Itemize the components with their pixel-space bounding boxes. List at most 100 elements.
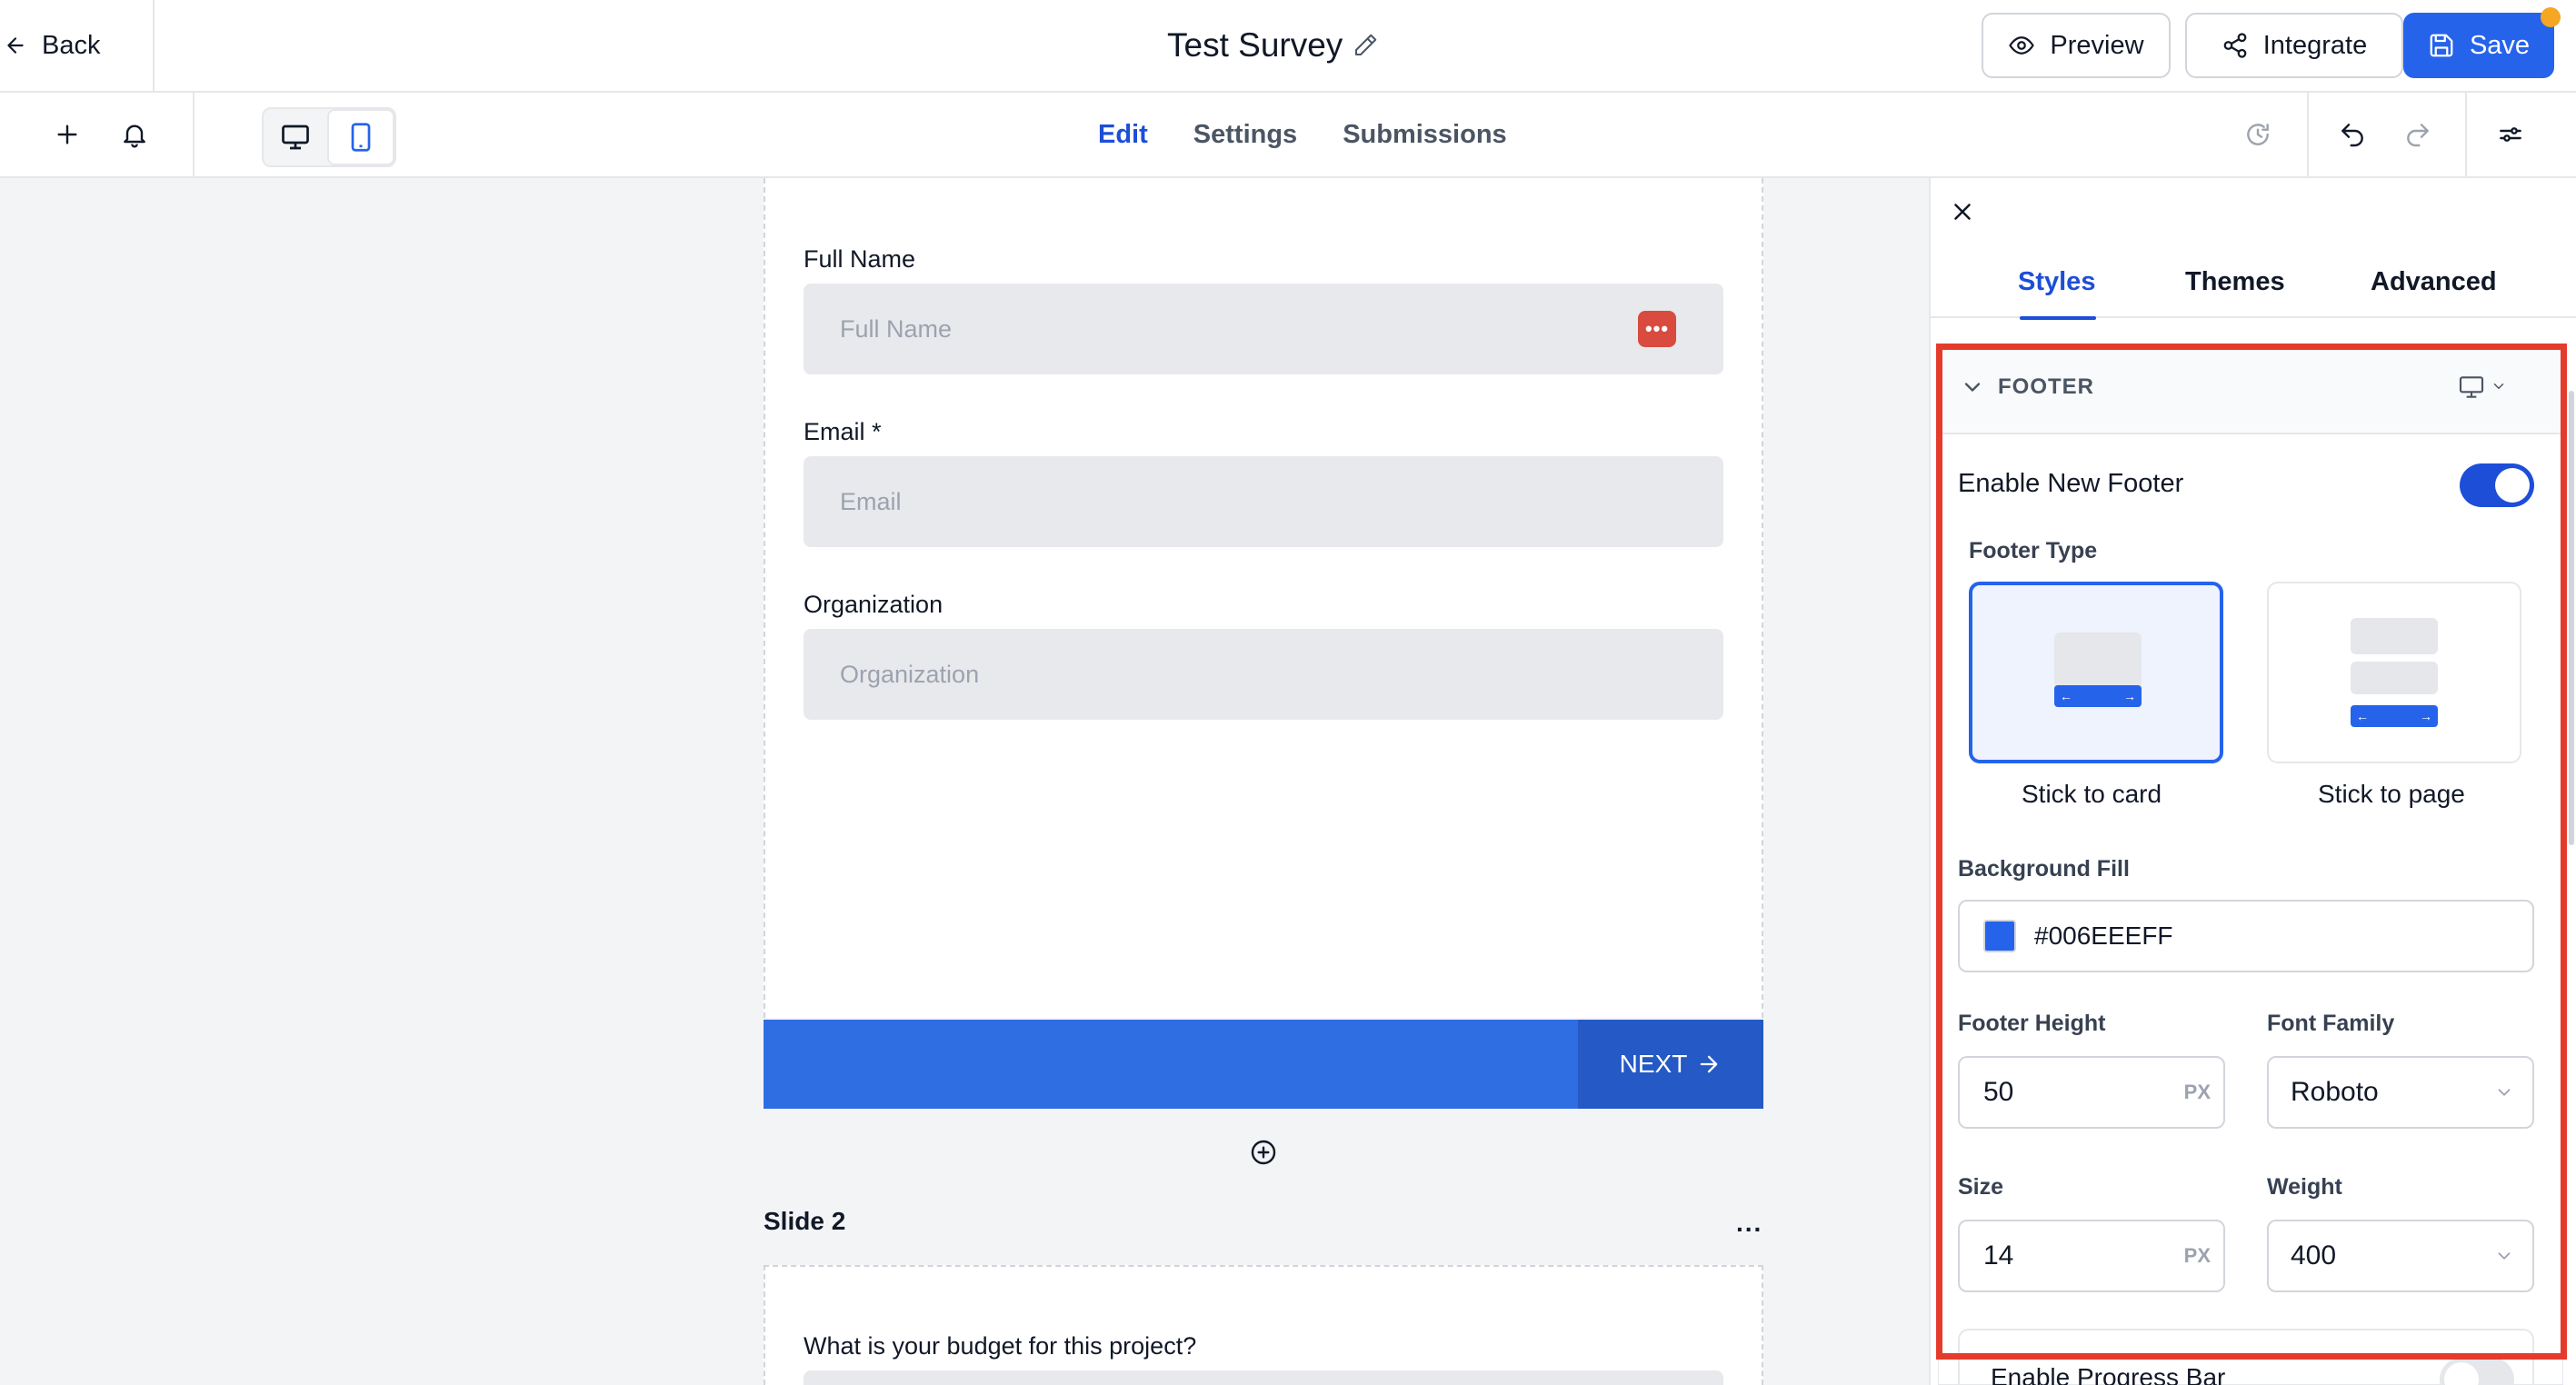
footer-section-title: FOOTER — [1998, 374, 2094, 399]
unsaved-indicator-dot — [2541, 7, 2561, 27]
redo-icon — [2407, 124, 2429, 147]
size-label: Size — [1958, 1174, 2004, 1200]
chevron-down-icon — [2498, 1089, 2511, 1096]
tab-submissions[interactable]: Submissions — [1343, 120, 1507, 150]
bell-icon — [124, 125, 145, 148]
unit-px: PX — [2183, 1244, 2211, 1267]
font-family-select[interactable]: Roboto — [2267, 1056, 2534, 1129]
toolbar-divider — [193, 93, 195, 176]
weight-value: 400 — [2291, 1241, 2337, 1270]
top-bar: Back Test Survey Preview Integrate Save — [0, 0, 2576, 93]
tab-settings[interactable]: Settings — [1193, 120, 1297, 150]
add-slide-icon[interactable] — [1249, 1138, 1278, 1167]
panel-scrollbar[interactable] — [2569, 391, 2574, 845]
preview-label: Preview — [2050, 30, 2144, 60]
footer-type-stick-to-card[interactable]: ← → — [1969, 582, 2223, 763]
editor-tabs: Edit Settings Submissions — [1098, 93, 1507, 176]
redo-button[interactable] — [2400, 116, 2436, 153]
organization-input[interactable]: Organization — [804, 629, 1723, 720]
email-placeholder: Email — [840, 487, 902, 515]
toggle-knob — [2495, 468, 2530, 503]
weight-select[interactable]: 400 — [2267, 1220, 2534, 1292]
save-label: Save — [2469, 30, 2531, 60]
full-name-placeholder: Full Name — [840, 314, 953, 343]
size-value: 14 — [1983, 1241, 2014, 1270]
size-input[interactable]: 14 PX — [1958, 1220, 2225, 1292]
next-label: NEXT — [1619, 1050, 1688, 1078]
footer-height-input[interactable]: 50 PX — [1958, 1056, 2225, 1129]
full-name-input[interactable]: Full Name — [804, 284, 1723, 374]
add-element-button[interactable] — [51, 118, 84, 151]
progress-bar-toggle[interactable] — [2440, 1358, 2514, 1385]
footer-height-value: 50 — [1983, 1077, 2014, 1107]
toolbar-divider — [2307, 93, 2309, 176]
share-icon — [2223, 33, 2247, 58]
notifications-button[interactable] — [118, 118, 151, 151]
history-button[interactable] — [2240, 116, 2276, 153]
slide-2-card — [764, 1265, 1763, 1385]
preview-button[interactable]: Preview — [1982, 13, 2171, 78]
panel-tabs: Styles Themes Advanced — [1929, 251, 2576, 318]
desktop-view-button[interactable] — [264, 109, 327, 165]
back-button[interactable]: Back — [0, 0, 155, 91]
sliders-icon — [2500, 127, 2521, 142]
clock-history-icon — [2247, 124, 2269, 145]
footer-preview-bar: ← → — [2351, 705, 2438, 727]
arrow-right-icon: → — [2420, 709, 2432, 723]
color-swatch[interactable] — [1983, 920, 2016, 952]
background-fill-label: Background Fill — [1958, 856, 2130, 882]
tab-advanced[interactable]: Advanced — [2371, 267, 2497, 297]
close-icon[interactable] — [1949, 198, 1976, 225]
progress-bar-section: Enable Progress Bar — [1958, 1329, 2534, 1385]
next-button[interactable]: NEXT — [1578, 1020, 1763, 1109]
tab-styles[interactable]: Styles — [2018, 267, 2095, 297]
enable-footer-toggle[interactable] — [2460, 463, 2534, 507]
arrow-left-icon: ← — [2356, 709, 2369, 723]
budget-question-label: What is your budget for this project? — [804, 1332, 1197, 1360]
stick-to-card-label: Stick to card — [2022, 780, 2162, 808]
card-preview — [2351, 618, 2438, 654]
device-toggle — [262, 107, 396, 167]
tab-edit[interactable]: Edit — [1098, 120, 1148, 150]
footer-preview-bar: ← → — [2054, 685, 2142, 707]
organization-placeholder: Organization — [840, 660, 980, 688]
background-fill-value: #006EEEFF — [2034, 922, 2173, 950]
email-input[interactable]: Email — [804, 456, 1723, 547]
full-name-label: Full Name — [804, 245, 916, 273]
monitor-icon — [282, 125, 309, 150]
integrate-button[interactable]: Integrate — [2185, 13, 2403, 78]
slide-2-menu-button[interactable]: ... — [1736, 1209, 1762, 1238]
footer-type-stick-to-page[interactable]: ← → — [2267, 582, 2521, 763]
chevron-down-icon[interactable] — [2491, 378, 2507, 394]
floppy-disk-icon — [2430, 34, 2453, 57]
page-title: Test Survey — [1167, 26, 1343, 64]
stick-to-page-label: Stick to page — [2318, 780, 2465, 808]
save-button[interactable]: Save — [2403, 13, 2554, 78]
arrow-left-icon — [7, 37, 24, 54]
toolbar-divider — [2465, 93, 2467, 176]
smartphone-icon — [351, 123, 371, 152]
footer-type-label: Footer Type — [1969, 538, 2098, 563]
background-fill-input[interactable]: #006EEEFF — [1958, 900, 2534, 972]
footer-height-label: Footer Height — [1958, 1011, 2106, 1036]
integrate-label: Integrate — [2262, 30, 2368, 60]
tab-themes[interactable]: Themes — [2185, 267, 2285, 297]
editor-toolbar: Edit Settings Submissions — [0, 93, 2576, 178]
weight-label: Weight — [2267, 1174, 2342, 1200]
undo-button[interactable] — [2334, 116, 2371, 153]
mobile-view-button[interactable] — [327, 109, 394, 165]
card-preview — [2351, 662, 2438, 694]
font-family-label: Font Family — [2267, 1011, 2395, 1036]
survey-title[interactable]: Test Survey — [1167, 0, 1379, 91]
slide-2-title: Slide 2 — [764, 1207, 846, 1235]
monitor-icon[interactable] — [2456, 373, 2487, 402]
toggle-knob — [2444, 1362, 2479, 1385]
more-options-badge[interactable]: ••• — [1638, 311, 1676, 347]
style-panel-button[interactable] — [2492, 116, 2529, 153]
progress-bar-label: Enable Progress Bar — [1991, 1363, 2226, 1385]
unit-px: PX — [2183, 1081, 2211, 1103]
font-family-value: Roboto — [2291, 1077, 2379, 1107]
budget-input[interactable] — [804, 1370, 1723, 1385]
chevron-down-icon[interactable] — [1960, 374, 1985, 400]
pencil-icon[interactable] — [1352, 32, 1379, 59]
